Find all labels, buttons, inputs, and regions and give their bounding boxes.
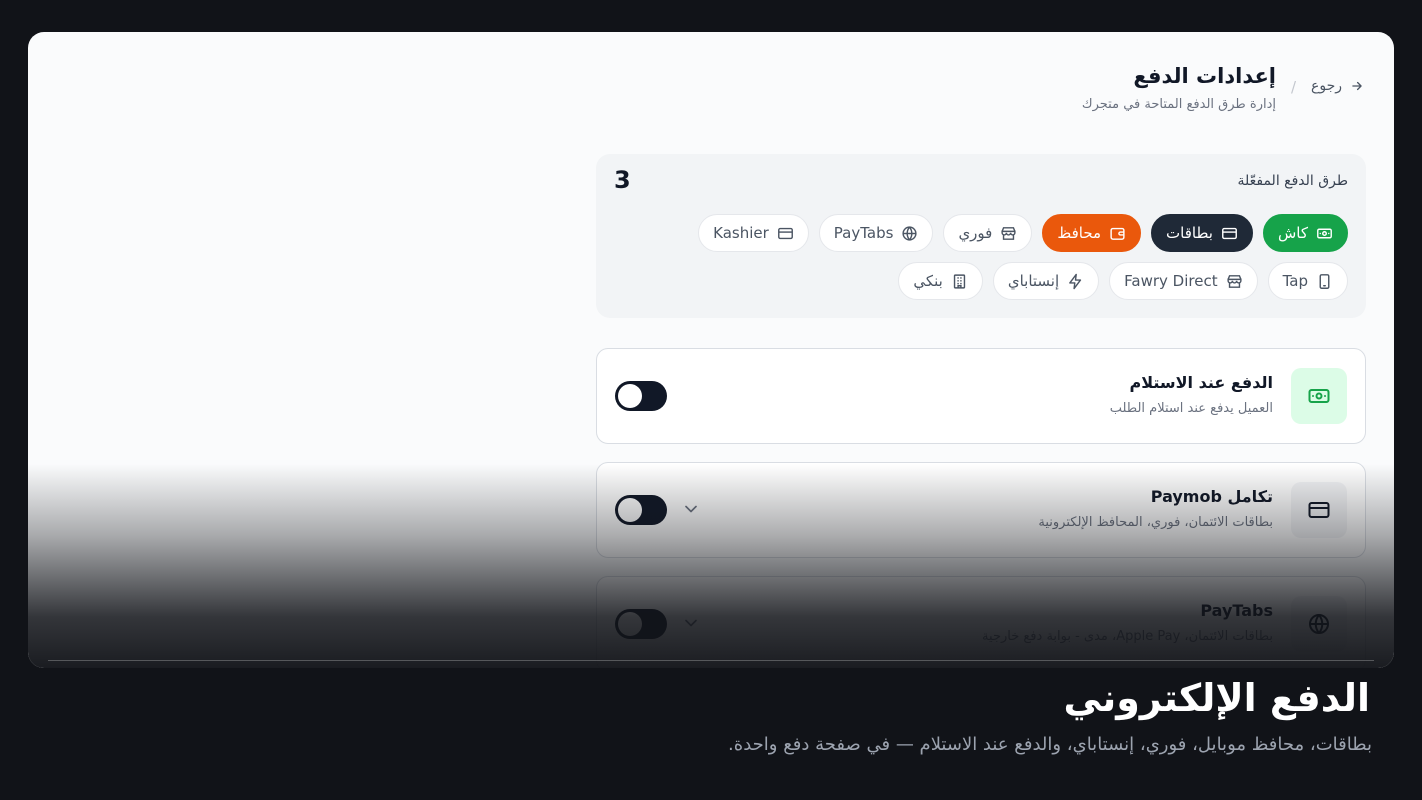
paytabs-toggle[interactable] — [615, 609, 667, 639]
chevron-down-icon[interactable] — [681, 499, 701, 519]
enabled-methods-panel: طرق الدفع المفعّلة 3 كاش بطاقات محافظ فو… — [596, 154, 1366, 318]
card-icon — [777, 225, 794, 242]
chip-banki[interactable]: بنكي — [898, 262, 983, 300]
chip-label: بطاقات — [1166, 224, 1213, 242]
provider-row-paytabs: PayTabs بطاقات الائتمان، Apple Pay، مدى … — [596, 576, 1366, 668]
chip-fawry[interactable]: فوري — [943, 214, 1033, 252]
cod-toggle[interactable] — [615, 381, 667, 411]
back-label: رجوع — [1310, 78, 1342, 94]
divider — [48, 660, 1374, 661]
phone-icon — [1316, 273, 1333, 290]
chip-paytabs[interactable]: PayTabs — [818, 214, 934, 252]
chip-label: PayTabs — [833, 224, 894, 242]
globe-icon — [901, 225, 918, 242]
payment-method-chips: كاش بطاقات محافظ فوري PayTabs Kashier Ta… — [608, 214, 1348, 300]
chip-label: بنكي — [913, 272, 943, 290]
bank-icon — [951, 273, 968, 290]
provider-description: العميل يدفع عند استلام الطلب — [1109, 401, 1273, 416]
chip-label: محافظ — [1057, 224, 1102, 242]
chip-wallets[interactable]: محافظ — [1042, 214, 1142, 252]
enabled-methods-count: 3 — [614, 166, 631, 194]
back-link[interactable]: رجوع — [1311, 78, 1364, 94]
chip-label: فوري — [958, 224, 993, 242]
arrow-right-icon — [1350, 79, 1364, 93]
card-icon — [1291, 482, 1347, 538]
store-icon — [1226, 273, 1243, 290]
chip-cash[interactable]: كاش — [1262, 214, 1348, 252]
store-icon — [1000, 225, 1017, 242]
chip-label: Tap — [1282, 272, 1308, 290]
cash-icon — [1291, 368, 1347, 424]
paymob-toggle[interactable] — [615, 495, 667, 525]
chip-label: إنستاباي — [1007, 272, 1060, 290]
chip-kashier[interactable]: Kashier — [698, 214, 809, 252]
breadcrumb-separator: / — [1290, 78, 1296, 96]
caption-subtitle: بطاقات، محافظ موبايل، فوري، إنستاباي، وا… — [728, 734, 1372, 755]
chip-cards[interactable]: بطاقات — [1151, 214, 1253, 252]
chip-label: Kashier — [713, 224, 769, 242]
provider-title: الدفع عند الاستلام — [1129, 373, 1273, 392]
toggle-knob — [618, 384, 642, 408]
chip-fawry-direct[interactable]: Fawry Direct — [1109, 262, 1258, 300]
enabled-methods-label: طرق الدفع المفعّلة — [1237, 173, 1348, 189]
card-icon — [1221, 225, 1238, 242]
chip-label: Fawry Direct — [1124, 272, 1218, 290]
provider-description: بطاقات الائتمان، Apple Pay، مدى - بوابة … — [982, 629, 1273, 644]
chip-instapay[interactable]: إنستاباي — [992, 262, 1100, 300]
page-subtitle: إدارة طرق الدفع المتاحة في متجرك — [1081, 97, 1276, 112]
globe-icon — [1291, 596, 1347, 652]
bolt-icon — [1067, 273, 1084, 290]
provider-title: PayTabs — [1200, 601, 1273, 620]
toggle-knob — [618, 498, 642, 522]
caption-title: الدفع الإلكتروني — [1063, 676, 1371, 720]
cash-icon — [1316, 225, 1333, 242]
page-title: إعدادات الدفع — [1133, 64, 1276, 88]
chip-label: كاش — [1277, 224, 1308, 242]
settings-card: رجوع / إعدادات الدفع إدارة طرق الدفع الم… — [28, 32, 1394, 668]
toggle-knob — [618, 612, 642, 636]
provider-row-paymob: تكامل Paymob بطاقات الائتمان، فوري، المح… — [596, 462, 1366, 558]
chevron-down-icon[interactable] — [681, 613, 701, 633]
chip-tap[interactable]: Tap — [1267, 262, 1348, 300]
provider-title: تكامل Paymob — [1150, 487, 1273, 506]
wallet-icon — [1109, 225, 1126, 242]
provider-row-cod: الدفع عند الاستلام العميل يدفع عند استلا… — [596, 348, 1366, 444]
provider-description: بطاقات الائتمان، فوري، المحافظ الإلكترون… — [1038, 515, 1273, 530]
